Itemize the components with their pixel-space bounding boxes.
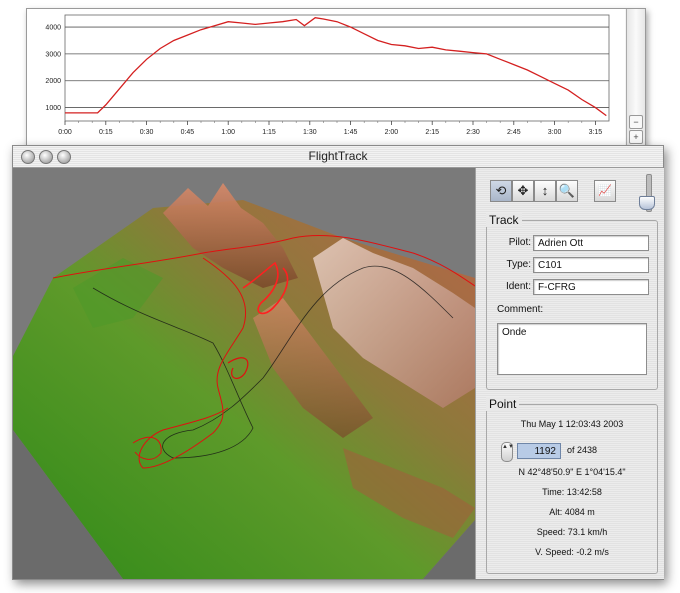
ident-field[interactable]: F-CFRG xyxy=(533,279,649,295)
track-section-title: Track xyxy=(486,213,522,227)
profile-x-tick-label: 0:30 xyxy=(140,129,154,136)
profile-x-tick-label: 2:45 xyxy=(507,129,521,136)
window-titlebar[interactable]: FlightTrack xyxy=(13,146,663,168)
profile-x-tick-label: 2:30 xyxy=(466,129,480,136)
profile-x-tick-label: 2:00 xyxy=(385,129,399,136)
point-coordinates: N 42°48'50.9" E 1°04'15.4" xyxy=(518,467,626,477)
point-altitude: Alt: 4084 m xyxy=(549,507,595,517)
altitude-profile-window: 1000 2000 3000 4000 0:00 0:15 0:30 0:45 1:00 1:15… xyxy=(26,8,646,150)
comment-label: Comment: xyxy=(497,304,544,315)
type-field[interactable]: C101 xyxy=(533,257,649,273)
profile-x-tick-label: 0:45 xyxy=(181,129,195,136)
point-group: Thu May 1 12:03:43 2003 ▲▼ 1192 of 2438 … xyxy=(486,404,658,574)
vertical-move-icon[interactable]: ↕ xyxy=(534,180,556,202)
point-speed: Speed: 73.1 km/h xyxy=(536,527,608,537)
point-vertical-speed: V. Speed: -0.2 m/s xyxy=(535,547,609,557)
slider-thumb[interactable] xyxy=(639,196,655,210)
profile-y-tick-label: 1000 xyxy=(45,105,61,112)
profile-x-tick-label: 1:45 xyxy=(344,129,358,136)
altitude-profile-plot[interactable]: 1000 2000 3000 4000 0:00 0:15 0:30 0:45 1:00 1:15… xyxy=(27,9,625,149)
profile-x-tick-label: 1:30 xyxy=(303,129,317,136)
pilot-label: Pilot: xyxy=(508,237,531,248)
profile-y-tick-label: 4000 xyxy=(45,25,61,32)
profile-x-tick-label: 3:00 xyxy=(548,129,562,136)
point-index-field[interactable]: 1192 xyxy=(517,443,561,459)
type-label: Type: xyxy=(506,259,531,270)
zoom-in-button[interactable]: + xyxy=(629,130,643,144)
profile-plot-frame xyxy=(64,14,610,122)
profile-y-tick-label: 3000 xyxy=(45,51,61,58)
altitude-profile-chart: 1000 2000 3000 4000 0:00 0:15 0:30 0:45 1:00 1:15… xyxy=(45,14,610,136)
window-title: FlightTrack xyxy=(308,149,368,163)
profile-x-tick-label: 3:15 xyxy=(589,129,603,136)
ident-label: Ident: xyxy=(505,281,531,292)
flighttrack-window: FlightTrack ⟲ ✥ ↕ 🔍 📈 Pilot: Adrien Ott … xyxy=(12,145,664,580)
profile-x-tick-label: 0:00 xyxy=(58,129,72,136)
point-stepper[interactable]: ▲▼ xyxy=(501,442,514,462)
profile-x-tick-label: 1:00 xyxy=(221,129,235,136)
profile-y-tick-label: 2000 xyxy=(45,78,61,85)
zoom-tool-icon[interactable]: 🔍 xyxy=(556,180,578,202)
zoom-out-button[interactable]: − xyxy=(629,115,643,129)
point-total: of 2438 xyxy=(567,445,598,455)
pilot-field[interactable]: Adrien Ott xyxy=(533,235,649,251)
comment-field[interactable]: Onde xyxy=(497,323,647,375)
profile-zoom-bar: − + xyxy=(626,9,645,149)
track-group: Pilot: Adrien Ott Type: C101 Ident: F-CF… xyxy=(486,220,658,390)
terrain-render xyxy=(13,183,475,579)
profile-x-tick-label: 0:15 xyxy=(99,129,113,136)
point-datetime: Thu May 1 12:03:43 2003 xyxy=(520,419,624,429)
terrain-3d-view[interactable] xyxy=(13,168,475,579)
move-tool-icon[interactable]: ✥ xyxy=(512,180,534,202)
inspector-panel: ⟲ ✥ ↕ 🔍 📈 Pilot: Adrien Ott Type: C101 I… xyxy=(475,168,664,579)
point-time: Time: 13:42:58 xyxy=(542,487,602,497)
point-section-title: Point xyxy=(486,397,520,411)
rotate-tool-icon[interactable]: ⟲ xyxy=(490,180,512,202)
profile-x-tick-label: 2:15 xyxy=(425,129,439,136)
altitude-series-line xyxy=(65,17,607,117)
profile-x-tick-label: 1:15 xyxy=(262,129,276,136)
graph-view-icon[interactable]: 📈 xyxy=(594,180,616,202)
